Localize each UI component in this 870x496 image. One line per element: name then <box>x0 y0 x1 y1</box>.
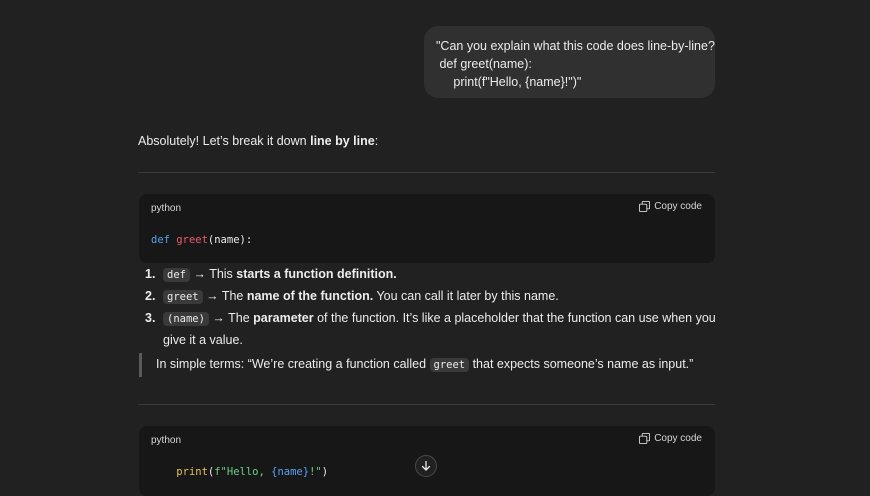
code-line: print(f"Hello, {name}!") <box>151 466 328 478</box>
code-language-label: python <box>151 203 182 214</box>
intro-suffix: : <box>374 134 379 148</box>
list-item: 1. def → This starts a function definiti… <box>145 264 720 286</box>
list-text: → The <box>208 311 254 325</box>
assistant-intro: Absolutely! Let’s break it down line by … <box>138 132 378 150</box>
divider <box>138 172 715 173</box>
arrow-down-icon <box>421 460 431 471</box>
code-paren: ) <box>321 466 329 478</box>
quote-text: In simple terms: “We’re creating a funct… <box>156 357 430 371</box>
list-bold: name of the function. <box>246 289 374 303</box>
code-string: !" <box>309 466 322 478</box>
list-number: 3. <box>145 311 156 325</box>
copy-icon <box>639 433 651 444</box>
user-message-bubble: "Can you explain what this code does lin… <box>424 26 715 98</box>
list-text: → The <box>202 289 247 303</box>
scroll-to-bottom-button[interactable] <box>415 455 437 477</box>
inline-code: greet <box>429 358 470 372</box>
explanation-list: 1. def → This starts a function definiti… <box>145 264 720 351</box>
user-message-line: "Can you explain what this code does lin… <box>436 39 715 53</box>
copy-code-button[interactable]: Copy code <box>639 201 702 212</box>
list-bold: starts a function definition. <box>236 267 397 281</box>
divider <box>138 404 715 405</box>
code-function-name: greet <box>176 234 208 246</box>
copy-code-label: Copy code <box>654 433 702 444</box>
list-number: 2. <box>145 289 156 303</box>
copy-code-label: Copy code <box>654 201 702 212</box>
intro-text: Absolutely! Let’s break it down <box>138 134 311 148</box>
list-bold: parameter <box>253 311 314 325</box>
user-message-line: def greet(name): <box>436 57 532 71</box>
code-keyword: def <box>151 234 170 246</box>
code-string: f"Hello, <box>214 466 272 478</box>
list-item: 2. greet → The name of the function. You… <box>145 286 720 308</box>
code-function-name: print <box>176 466 208 478</box>
code-language-label: python <box>151 435 182 446</box>
code-interpolation: {name} <box>271 466 310 478</box>
copy-icon <box>639 201 651 212</box>
list-number: 1. <box>145 267 156 281</box>
code-line: def greet(name): <box>151 234 252 246</box>
summary-quote: In simple terms: “We’re creating a funct… <box>139 353 715 377</box>
code-params: (name): <box>207 234 253 246</box>
copy-code-button[interactable]: Copy code <box>639 433 702 444</box>
code-block: python Copy code def greet(name): <box>139 194 715 263</box>
intro-bold: line by line <box>310 134 375 148</box>
inline-code: greet <box>163 290 203 304</box>
quote-text: that expects someone’s name as input.” <box>469 357 694 371</box>
list-text: You can call it later by this name. <box>373 289 559 303</box>
inline-code: def <box>163 268 190 282</box>
list-text: → This <box>189 267 237 281</box>
inline-code: (name) <box>163 312 209 326</box>
list-item: 3. (name) → The parameter of the functio… <box>145 308 720 351</box>
user-message-line: print(f"Hello, {name}!")" <box>436 75 582 89</box>
